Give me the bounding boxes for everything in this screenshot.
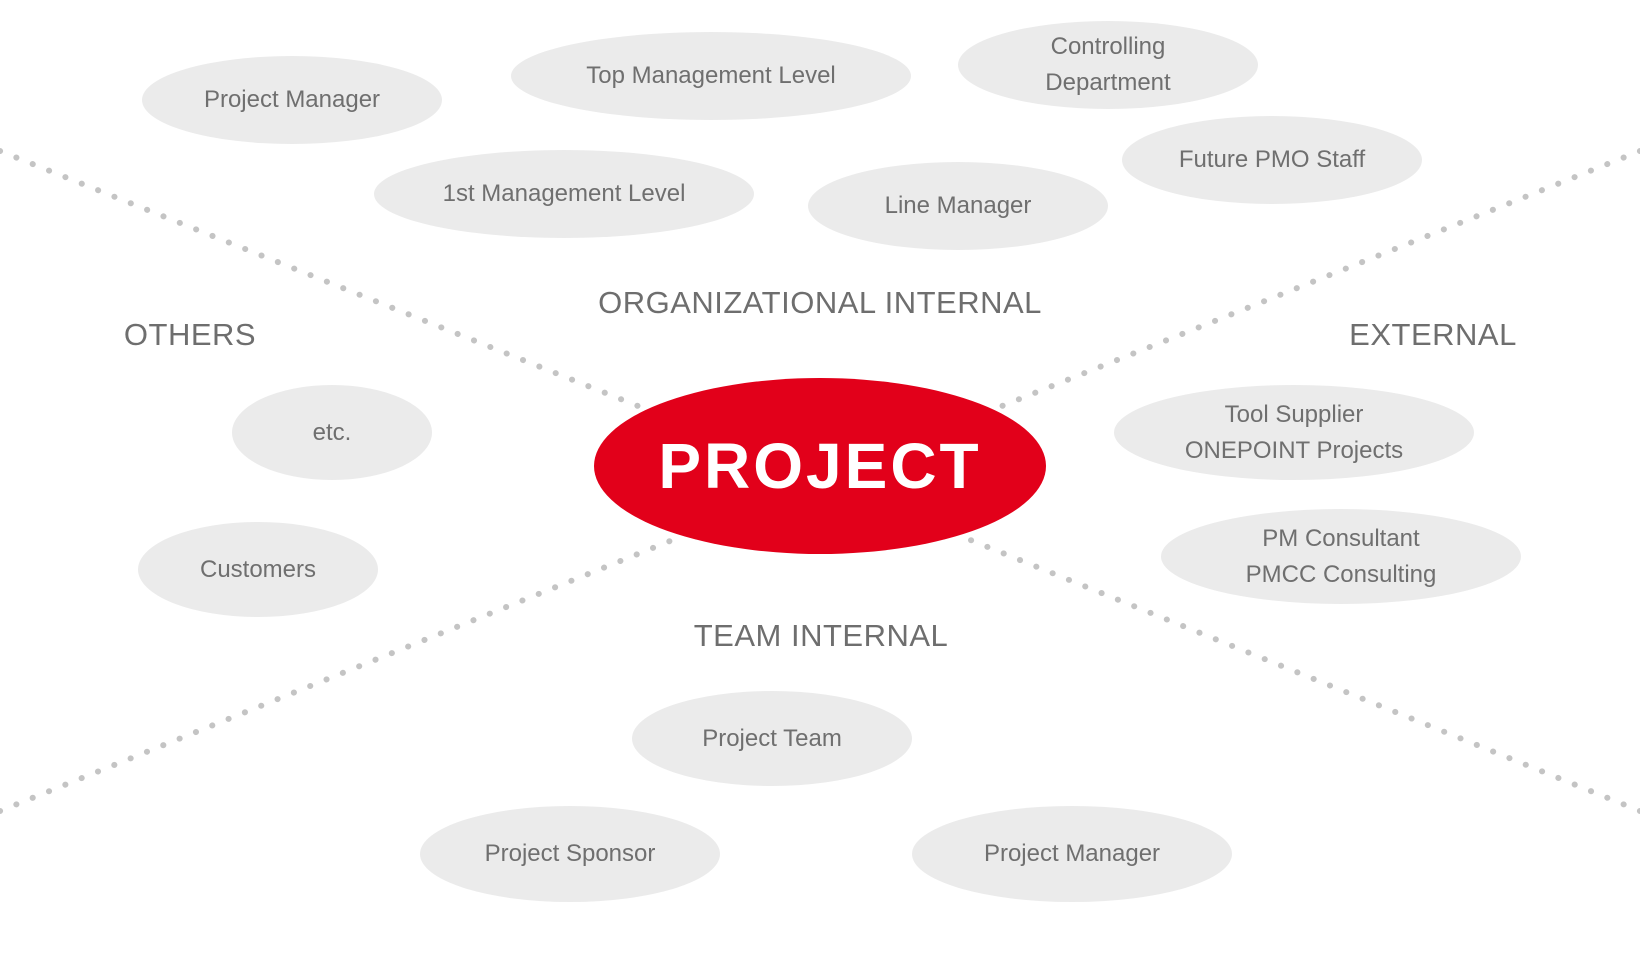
category-label-external: EXTERNAL (1349, 317, 1517, 352)
stakeholder-customers: Customers (138, 522, 378, 617)
stakeholder-label: Controlling Department (1045, 33, 1171, 96)
category-label-team-internal: TEAM INTERNAL (693, 618, 949, 653)
stakeholder-label: Line Manager (884, 192, 1032, 219)
stakeholder-etc: etc. (232, 385, 432, 480)
stakeholder-project-team: Project Team (632, 691, 912, 786)
stakeholder-project-manager-team: Project Manager (912, 806, 1232, 902)
stakeholder-line-manager: Line Manager (808, 162, 1108, 250)
stakeholder-label: 1st Management Level (442, 180, 686, 207)
stakeholder-label: Project Sponsor (484, 840, 656, 867)
stakeholder-label: Customers (199, 555, 317, 583)
stakeholder-label: etc. (312, 418, 352, 446)
stakeholder-label: Project Manager (203, 86, 381, 113)
stakeholder-pm-consultant: PM Consultant PMCC Consulting (1161, 509, 1521, 604)
project-hub-label: PROJECT (658, 430, 982, 502)
stakeholder-label: Top Management Level (586, 62, 836, 89)
stakeholder-top-management-level: Top Management Level (511, 32, 911, 120)
stakeholder-future-pmo-staff: Future PMO Staff (1122, 116, 1422, 204)
category-label-others: OTHERS (123, 317, 257, 352)
stakeholder-1st-management-level: 1st Management Level (374, 150, 754, 238)
project-hub: PROJECT (594, 378, 1046, 554)
stakeholder-label: Future PMO Staff (1178, 146, 1366, 173)
stakeholder-tool-supplier: Tool Supplier ONEPOINT Projects (1114, 385, 1474, 480)
category-label-organizational-internal: ORGANIZATIONAL INTERNAL (598, 285, 1042, 320)
stakeholder-label: Project Team (702, 724, 842, 752)
stakeholder-project-manager-org: Project Manager (142, 56, 442, 144)
stakeholder-controlling-department: Controlling Department (958, 21, 1258, 109)
stakeholder-label: PM Consultant PMCC Consulting (1245, 524, 1437, 588)
stakeholder-label: Tool Supplier ONEPOINT Projects (1184, 400, 1404, 464)
stakeholder-label: Project Manager (983, 840, 1161, 867)
stakeholder-project-sponsor: Project Sponsor (420, 806, 720, 902)
